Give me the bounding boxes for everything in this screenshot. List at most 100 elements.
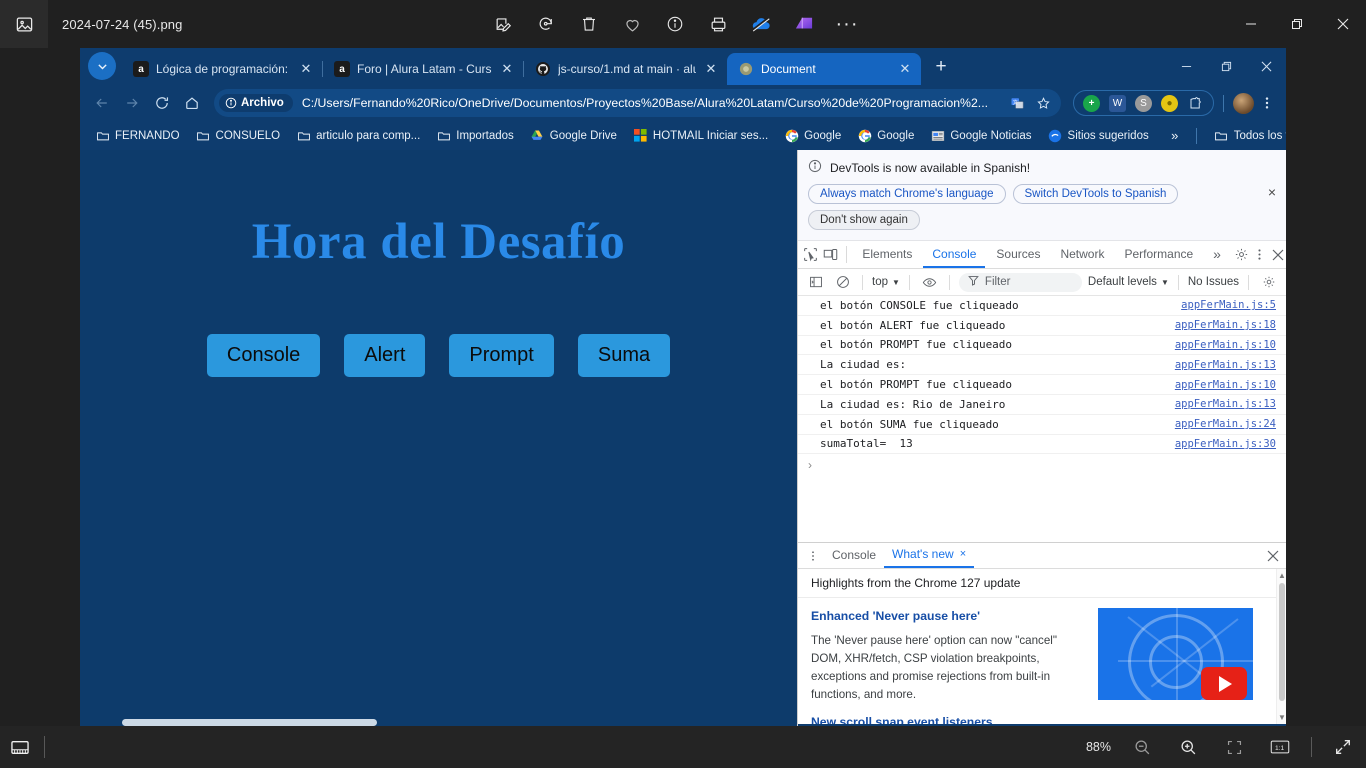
- back-arrow-icon[interactable]: [88, 89, 116, 117]
- three-dot-menu-icon[interactable]: [1256, 90, 1278, 116]
- bookmark-star-icon[interactable]: [1033, 93, 1053, 113]
- address-bar[interactable]: Archivo C:/Users/Fernando%20Rico/OneDriv…: [214, 89, 1061, 117]
- fullscreen-icon[interactable]: [1328, 732, 1358, 762]
- scrollbar-thumb[interactable]: [122, 719, 377, 726]
- console-message-row[interactable]: La ciudad es: Rio de Janeiro appFerMain.…: [798, 395, 1286, 415]
- more-options-icon[interactable]: ···: [836, 13, 858, 35]
- home-icon[interactable]: [178, 89, 206, 117]
- close-infobar-icon[interactable]: ×: [1268, 184, 1276, 200]
- skype-extension-icon[interactable]: S: [1135, 94, 1152, 112]
- reload-icon[interactable]: [148, 89, 176, 117]
- adblock-extension-icon[interactable]: ●: [1161, 94, 1178, 112]
- restore-button[interactable]: [1274, 0, 1320, 48]
- new-tab-button[interactable]: +: [927, 53, 955, 81]
- console-message-source[interactable]: appFerMain.js:24: [1175, 418, 1276, 430]
- whats-new-item-title[interactable]: New scroll snap event listeners: [811, 715, 1273, 724]
- suma-button[interactable]: Suma: [577, 334, 671, 377]
- browser-tab-active[interactable]: Document ✕: [727, 53, 921, 85]
- console-message-row[interactable]: el botón CONSOLE fue cliqueado appFerMai…: [798, 296, 1286, 316]
- execution-context-select[interactable]: top ▼: [872, 276, 900, 288]
- devtools-more-options-icon[interactable]: [1252, 243, 1268, 267]
- close-tab-icon[interactable]: ✕: [298, 61, 314, 77]
- issues-status[interactable]: No Issues: [1188, 276, 1239, 288]
- extension-add-icon[interactable]: +: [1083, 94, 1100, 112]
- forward-arrow-icon[interactable]: [118, 89, 146, 117]
- bookmark-item[interactable]: Importados: [429, 125, 521, 146]
- print-icon[interactable]: [707, 13, 729, 35]
- drawer-tab-console[interactable]: Console: [824, 543, 884, 568]
- live-expression-icon[interactable]: [919, 272, 940, 293]
- console-message-list[interactable]: el botón CONSOLE fue cliqueado appFerMai…: [798, 296, 1286, 542]
- drawer-tab-whats-new[interactable]: What's new ×: [884, 542, 975, 568]
- console-input-prompt[interactable]: ›: [798, 454, 1286, 474]
- close-button[interactable]: [1320, 0, 1366, 48]
- console-message-source[interactable]: appFerMain.js:30: [1175, 438, 1276, 450]
- inspect-element-icon[interactable]: [802, 243, 819, 267]
- tab-elements[interactable]: Elements: [853, 241, 921, 268]
- bookmark-item[interactable]: Google: [850, 125, 921, 146]
- console-message-source[interactable]: appFerMain.js:13: [1175, 359, 1276, 371]
- favorite-icon[interactable]: [621, 13, 643, 35]
- always-match-language-button[interactable]: Always match Chrome's language: [808, 184, 1006, 204]
- all-bookmarks-button[interactable]: Todos los favoritos: [1207, 125, 1286, 146]
- console-message-source[interactable]: appFerMain.js:18: [1175, 319, 1276, 331]
- console-message-row[interactable]: el botón PROMPT fue cliqueado appFerMain…: [798, 375, 1286, 395]
- device-toolbar-icon[interactable]: [821, 243, 838, 267]
- bookmark-item[interactable]: Sitios sugeridos: [1041, 125, 1156, 146]
- console-message-source[interactable]: appFerMain.js:10: [1175, 339, 1276, 351]
- chrome-restore-button[interactable]: [1206, 48, 1246, 85]
- dont-show-again-button[interactable]: Don't show again: [808, 210, 920, 230]
- whats-new-scrollbar[interactable]: ▲ ▼: [1276, 569, 1286, 724]
- designer-icon[interactable]: [793, 13, 815, 35]
- devtools-settings-gear-icon[interactable]: [1234, 243, 1250, 267]
- tab-network[interactable]: Network: [1051, 241, 1113, 268]
- chrome-minimize-button[interactable]: [1166, 48, 1206, 85]
- bookmark-item[interactable]: Google Noticias: [923, 125, 1038, 146]
- close-drawer-tab-icon[interactable]: ×: [960, 542, 966, 567]
- rotate-icon[interactable]: [535, 13, 557, 35]
- console-message-row[interactable]: el botón SUMA fue cliqueado appFerMain.j…: [798, 415, 1286, 435]
- clear-console-icon[interactable]: [832, 272, 853, 293]
- extensions-puzzle-icon[interactable]: [1187, 95, 1204, 112]
- close-drawer-icon[interactable]: [1260, 544, 1286, 568]
- bookmark-item[interactable]: articulo para comp...: [289, 125, 427, 146]
- zoom-out-icon[interactable]: [1127, 732, 1157, 762]
- close-devtools-icon[interactable]: [1270, 243, 1286, 267]
- console-filter-input[interactable]: Filter: [958, 272, 1082, 292]
- bookmark-item[interactable]: CONSUELO: [189, 125, 288, 146]
- tab-console[interactable]: Console: [923, 241, 986, 268]
- bookmark-item[interactable]: Google: [777, 125, 848, 146]
- tab-performance[interactable]: Performance: [1115, 241, 1202, 268]
- console-button[interactable]: Console: [206, 334, 321, 377]
- console-settings-gear-icon[interactable]: [1258, 272, 1279, 293]
- bookmark-item[interactable]: HOTMAIL Iniciar ses...: [626, 125, 775, 146]
- switch-to-spanish-button[interactable]: Switch DevTools to Spanish: [1012, 184, 1179, 204]
- bookmark-item[interactable]: Google Drive: [523, 125, 624, 146]
- scroll-down-arrow-icon[interactable]: ▼: [1278, 713, 1286, 722]
- console-message-row[interactable]: La ciudad es: appFerMain.js:13: [798, 355, 1286, 376]
- alert-button[interactable]: Alert: [344, 334, 426, 377]
- actual-size-icon[interactable]: 1:1: [1265, 732, 1295, 762]
- zoom-in-icon[interactable]: [1173, 732, 1203, 762]
- console-message-source[interactable]: appFerMain.js:13: [1175, 398, 1276, 410]
- avatar[interactable]: [1233, 92, 1254, 114]
- console-message-row[interactable]: sumaTotal= 13 appFerMain.js:30: [798, 435, 1286, 455]
- delete-icon[interactable]: [578, 13, 600, 35]
- filmstrip-icon[interactable]: [0, 726, 40, 768]
- close-tab-icon[interactable]: ✕: [703, 61, 719, 77]
- browser-tab[interactable]: a Foro | Alura Latam - Cursos onli ✕: [323, 53, 523, 85]
- console-sidebar-icon[interactable]: [805, 272, 826, 293]
- tab-sources[interactable]: Sources: [987, 241, 1049, 268]
- scroll-up-arrow-icon[interactable]: ▲: [1278, 571, 1286, 580]
- fit-to-window-icon[interactable]: [1219, 732, 1249, 762]
- whats-new-content[interactable]: Highlights from the Chrome 127 update En…: [798, 569, 1286, 724]
- prompt-button[interactable]: Prompt: [449, 334, 554, 377]
- console-message-row[interactable]: el botón ALERT fue cliqueado appFerMain.…: [798, 316, 1286, 336]
- scrollbar-thumb[interactable]: [1279, 583, 1285, 701]
- photos-gallery-button[interactable]: [0, 0, 48, 48]
- console-message-source[interactable]: appFerMain.js:10: [1175, 379, 1276, 391]
- office-editing-extension-icon[interactable]: W: [1109, 94, 1126, 112]
- devtools-tabs-overflow[interactable]: »: [1204, 241, 1230, 268]
- edit-image-icon[interactable]: [492, 13, 514, 35]
- bookmark-item[interactable]: FERNANDO: [88, 125, 187, 146]
